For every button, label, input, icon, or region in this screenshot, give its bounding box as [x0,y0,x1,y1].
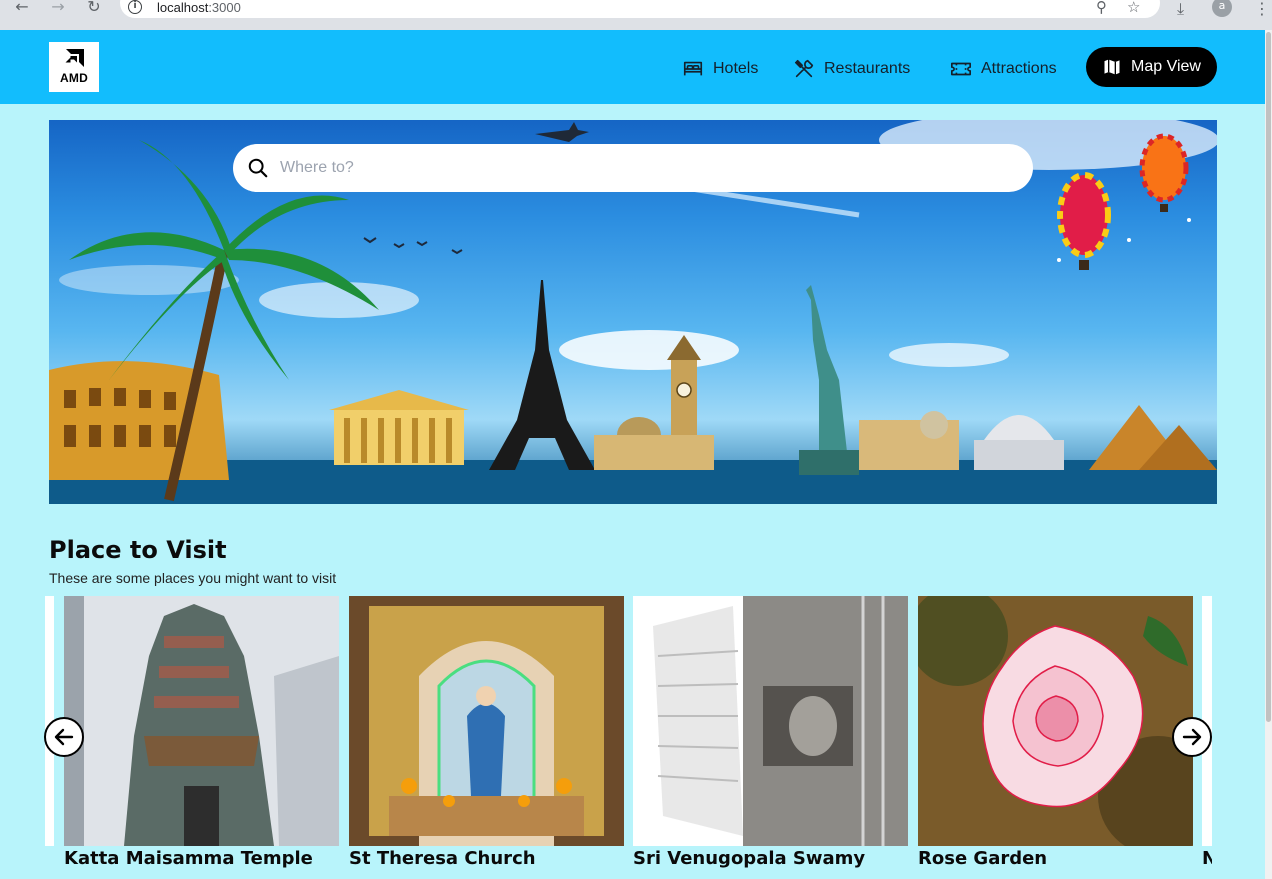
section-subtitle: These are some places you might want to … [49,570,337,586]
search-bar [233,144,1033,192]
nav-attractions-label: Attractions [981,60,1057,77]
section-title: Place to Visit [49,536,227,564]
browser-toolbar: ← → ↻ i localhost:3000 ⚲ ☆ ⤓ a ⋮ [0,0,1272,30]
carousel-prev-button[interactable] [44,717,84,757]
nav-attractions[interactable]: Attractions [950,58,1057,80]
bed-icon [683,61,703,76]
place-image[interactable] [64,596,339,846]
nav-restaurants-label: Restaurants [824,60,911,77]
ticket-icon [951,62,971,76]
place-image[interactable] [633,596,908,846]
more-menu-icon[interactable]: ⋮ [1254,0,1270,18]
search-input[interactable] [280,154,1000,182]
site-header: AMD Hotels Restaurants Attractions Map V… [0,30,1265,104]
location-pin-icon[interactable]: ⚲ [1096,0,1107,16]
place-name[interactable]: St Theresa Church [349,848,536,869]
map-icon [1104,59,1120,75]
arrow-right-icon [1182,728,1202,746]
site-info-icon[interactable]: i [128,0,142,14]
nav-hotels-label: Hotels [713,60,759,77]
map-view-button[interactable]: Map View [1086,47,1217,87]
place-card[interactable]: Katta Maisamma Temple [64,596,339,879]
place-image[interactable] [349,596,624,846]
map-view-label: Map View [1131,58,1201,75]
bookmark-star-icon[interactable]: ☆ [1127,0,1140,16]
place-card[interactable]: Sri Venugopala Swamy [633,596,908,879]
reload-icon[interactable]: ↻ [82,0,106,16]
back-icon[interactable]: ← [10,0,34,16]
balloon-2 [1139,133,1189,212]
utensils-icon [794,59,814,78]
download-icon[interactable]: ⤓ [1177,0,1184,19]
arrow-left-icon [54,728,74,746]
place-name[interactable]: Rose Garden [918,848,1047,869]
nav-hotels[interactable]: Hotels [682,58,758,80]
page-scrollbar[interactable] [1265,30,1272,879]
logo-text: AMD [60,71,88,85]
amd-arrow-icon [65,49,84,67]
place-name[interactable]: Sri Venugopala Swamy [633,848,865,869]
place-name[interactable]: Katta Maisamma Temple [64,848,313,869]
forward-icon[interactable]: → [46,0,70,16]
nav-restaurants[interactable]: Restaurants [793,58,910,80]
place-card[interactable]: Rose Garden [918,596,1193,879]
place-card[interactable]: St Theresa Church [349,596,624,879]
carousel-next-button[interactable] [1172,717,1212,757]
profile-avatar[interactable]: a [1212,0,1232,17]
scrollbar-thumb[interactable] [1266,32,1271,722]
place-image[interactable] [918,596,1193,846]
address-bar[interactable]: i localhost:3000 ⚲ ☆ [120,0,1160,18]
search-icon[interactable] [247,157,269,179]
hero-banner [49,120,1217,504]
url-text: localhost:3000 [157,0,241,15]
balloon-1 [1057,172,1111,270]
amd-logo[interactable]: AMD [49,42,99,92]
place-name[interactable]: N [1202,848,1212,869]
